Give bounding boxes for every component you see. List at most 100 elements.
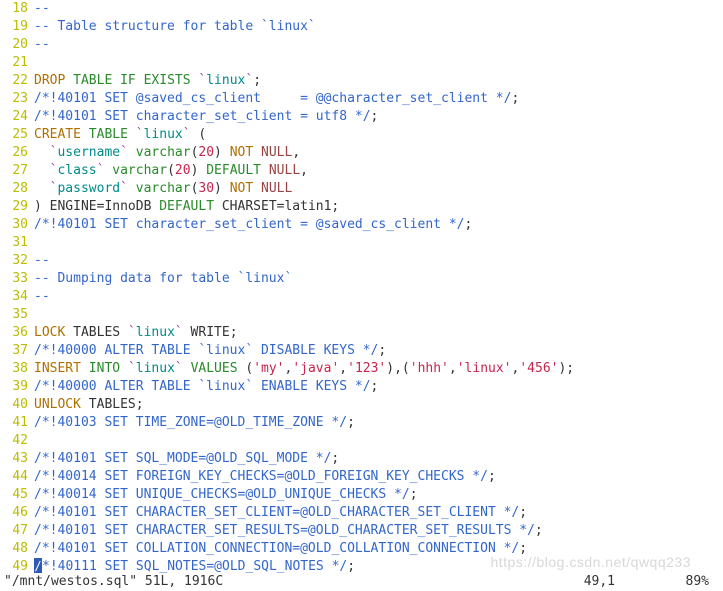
code-content[interactable]: -- Dumping data for table `linux` [34, 271, 292, 286]
code-line[interactable]: 31 [0, 234, 723, 252]
code-content[interactable]: /*!40000 ALTER TABLE `linux` ENABLE KEYS… [34, 379, 378, 394]
code-line[interactable]: 41/*!40103 SET TIME_ZONE=@OLD_TIME_ZONE … [0, 414, 723, 432]
code-line[interactable]: 33-- Dumping data for table `linux` [0, 270, 723, 288]
token-plain [34, 163, 50, 178]
code-content[interactable]: /*!40101 SET COLLATION_CONNECTION=@OLD_C… [34, 541, 527, 556]
code-content[interactable]: /*!40101 SET CHARACTER_SET_CLIENT=@OLD_C… [34, 505, 527, 520]
code-content[interactable]: /*!40101 SET SQL_MODE=@OLD_SQL_MODE */; [34, 451, 339, 466]
code-content[interactable]: /*!40101 SET character_set_client = utf8… [34, 109, 378, 124]
line-number: 32 [0, 252, 34, 270]
token-str: '456' [519, 361, 558, 376]
code-line[interactable]: 29) ENGINE=InnoDB DEFAULT CHARSET=latin1… [0, 198, 723, 216]
code-line[interactable]: 30/*!40101 SET character_set_client = @s… [0, 216, 723, 234]
code-line[interactable]: 48/*!40101 SET COLLATION_CONNECTION=@OLD… [0, 540, 723, 558]
line-number: 33 [0, 270, 34, 288]
code-line[interactable]: 44/*!40014 SET FOREIGN_KEY_CHECKS=@OLD_F… [0, 468, 723, 486]
token-com: -- [34, 1, 50, 16]
line-number: 22 [0, 72, 34, 90]
code-content[interactable]: /*!40000 ALTER TABLE `linux` DISABLE KEY… [34, 343, 386, 358]
code-content[interactable]: /*!40101 SET CHARACTER_SET_RESULTS=@OLD_… [34, 523, 543, 538]
token-id: class [57, 163, 96, 178]
code-content[interactable]: -- [34, 1, 50, 16]
code-content[interactable]: INSERT INTO `linux` VALUES ('my','java',… [34, 361, 574, 376]
code-line[interactable]: 23/*!40101 SET @saved_cs_client = @@char… [0, 90, 723, 108]
code-line[interactable]: 26 `username` varchar(20) NOT NULL, [0, 144, 723, 162]
code-line[interactable]: 42 [0, 432, 723, 450]
token-plain [128, 145, 136, 160]
token-plain [183, 361, 191, 376]
code-line[interactable]: 21 [0, 54, 723, 72]
token-num: 30 [198, 181, 214, 196]
code-content[interactable]: ) ENGINE=InnoDB DEFAULT CHARSET=latin1; [34, 199, 339, 214]
code-line[interactable]: 37/*!40000 ALTER TABLE `linux` DISABLE K… [0, 342, 723, 360]
code-content[interactable]: LOCK TABLES `linux` WRITE; [34, 325, 238, 340]
code-content[interactable]: UNLOCK TABLES; [34, 397, 144, 412]
code-line[interactable]: 28 `password` varchar(30) NOT NULL [0, 180, 723, 198]
token-kw: TABLE [73, 73, 112, 88]
line-number: 20 [0, 36, 34, 54]
token-id: linux [144, 127, 183, 142]
code-line[interactable]: 24/*!40101 SET character_set_client = ut… [0, 108, 723, 126]
code-line[interactable]: 20-- [0, 36, 723, 54]
code-line[interactable]: 43/*!40101 SET SQL_MODE=@OLD_SQL_MODE */… [0, 450, 723, 468]
token-plain: ; [371, 379, 379, 394]
code-content[interactable]: `class` varchar(20) DEFAULT NULL, [34, 163, 308, 178]
token-plain: ( [191, 127, 207, 142]
code-line[interactable]: 25CREATE TABLE `linux` ( [0, 126, 723, 144]
token-plain: ; [488, 469, 496, 484]
token-stmt: INSERT [34, 361, 81, 376]
token-plain: ( [238, 361, 254, 376]
token-com: -- [34, 37, 50, 52]
code-line[interactable]: 18-- [0, 0, 723, 18]
code-content[interactable]: /*!40101 SET @saved_cs_client = @@charac… [34, 91, 519, 106]
token-stmt: UNLOCK [34, 397, 81, 412]
code-content[interactable]: `username` varchar(20) NOT NULL, [34, 145, 300, 160]
token-str: 'linux' [457, 361, 512, 376]
code-line[interactable]: 47/*!40101 SET CHARACTER_SET_RESULTS=@OL… [0, 522, 723, 540]
code-line[interactable]: 32-- [0, 252, 723, 270]
token-com: /*!40014 SET UNIQUE_CHECKS=@OLD_UNIQUE_C… [34, 487, 410, 502]
token-com: /*!40014 SET FOREIGN_KEY_CHECKS=@OLD_FOR… [34, 469, 488, 484]
code-content[interactable]: -- [34, 37, 50, 52]
token-plain [34, 181, 50, 196]
code-content[interactable]: /*!40014 SET UNIQUE_CHECKS=@OLD_UNIQUE_C… [34, 487, 418, 502]
code-content[interactable]: /*!40101 SET character_set_client = @sav… [34, 217, 472, 232]
token-plain: , [339, 361, 347, 376]
token-str: 'my' [253, 361, 284, 376]
code-content[interactable]: -- Table structure for table `linux` [34, 19, 316, 34]
token-type: varchar [136, 181, 191, 196]
code-editor-viewport[interactable]: 18--19-- Table structure for table `linu… [0, 0, 723, 576]
code-line[interactable]: 45/*!40014 SET UNIQUE_CHECKS=@OLD_UNIQUE… [0, 486, 723, 504]
line-number: 29 [0, 198, 34, 216]
token-bt: ` [120, 181, 128, 196]
line-number: 46 [0, 504, 34, 522]
code-line[interactable]: 38INSERT INTO `linux` VALUES ('my','java… [0, 360, 723, 378]
code-content[interactable]: -- [34, 289, 50, 304]
code-content[interactable]: DROP TABLE IF EXISTS `linux`; [34, 73, 261, 88]
code-content[interactable]: /*!40111 SET SQL_NOTES=@OLD_SQL_NOTES */… [34, 559, 355, 574]
token-null: NULL [261, 181, 292, 196]
code-line[interactable]: 39/*!40000 ALTER TABLE `linux` ENABLE KE… [0, 378, 723, 396]
status-cursor-position: 49,1 [584, 573, 615, 591]
token-plain [136, 73, 144, 88]
code-content[interactable]: `password` varchar(30) NOT NULL [34, 181, 292, 196]
code-line[interactable]: 36LOCK TABLES `linux` WRITE; [0, 324, 723, 342]
code-content[interactable]: /*!40014 SET FOREIGN_KEY_CHECKS=@OLD_FOR… [34, 469, 496, 484]
code-content[interactable]: /*!40103 SET TIME_ZONE=@OLD_TIME_ZONE */… [34, 415, 355, 430]
code-line[interactable]: 46/*!40101 SET CHARACTER_SET_CLIENT=@OLD… [0, 504, 723, 522]
token-plain [128, 181, 136, 196]
token-plain: ; [519, 541, 527, 556]
code-line[interactable]: 40UNLOCK TABLES; [0, 396, 723, 414]
code-content[interactable]: -- [34, 253, 50, 268]
code-line[interactable]: 19-- Table structure for table `linux` [0, 18, 723, 36]
code-line[interactable]: 27 `class` varchar(20) DEFAULT NULL, [0, 162, 723, 180]
code-line[interactable]: 35 [0, 306, 723, 324]
code-line[interactable]: 34-- [0, 288, 723, 306]
token-plain [81, 127, 89, 142]
token-com: -- Table structure for table `linux` [34, 19, 316, 34]
code-line[interactable]: 22DROP TABLE IF EXISTS `linux`; [0, 72, 723, 90]
code-content[interactable]: CREATE TABLE `linux` ( [34, 127, 206, 142]
token-plain: TABLES [65, 325, 128, 340]
line-number: 37 [0, 342, 34, 360]
status-filename: "/mnt/westos.sql" 51L, 1916C [0, 573, 223, 591]
